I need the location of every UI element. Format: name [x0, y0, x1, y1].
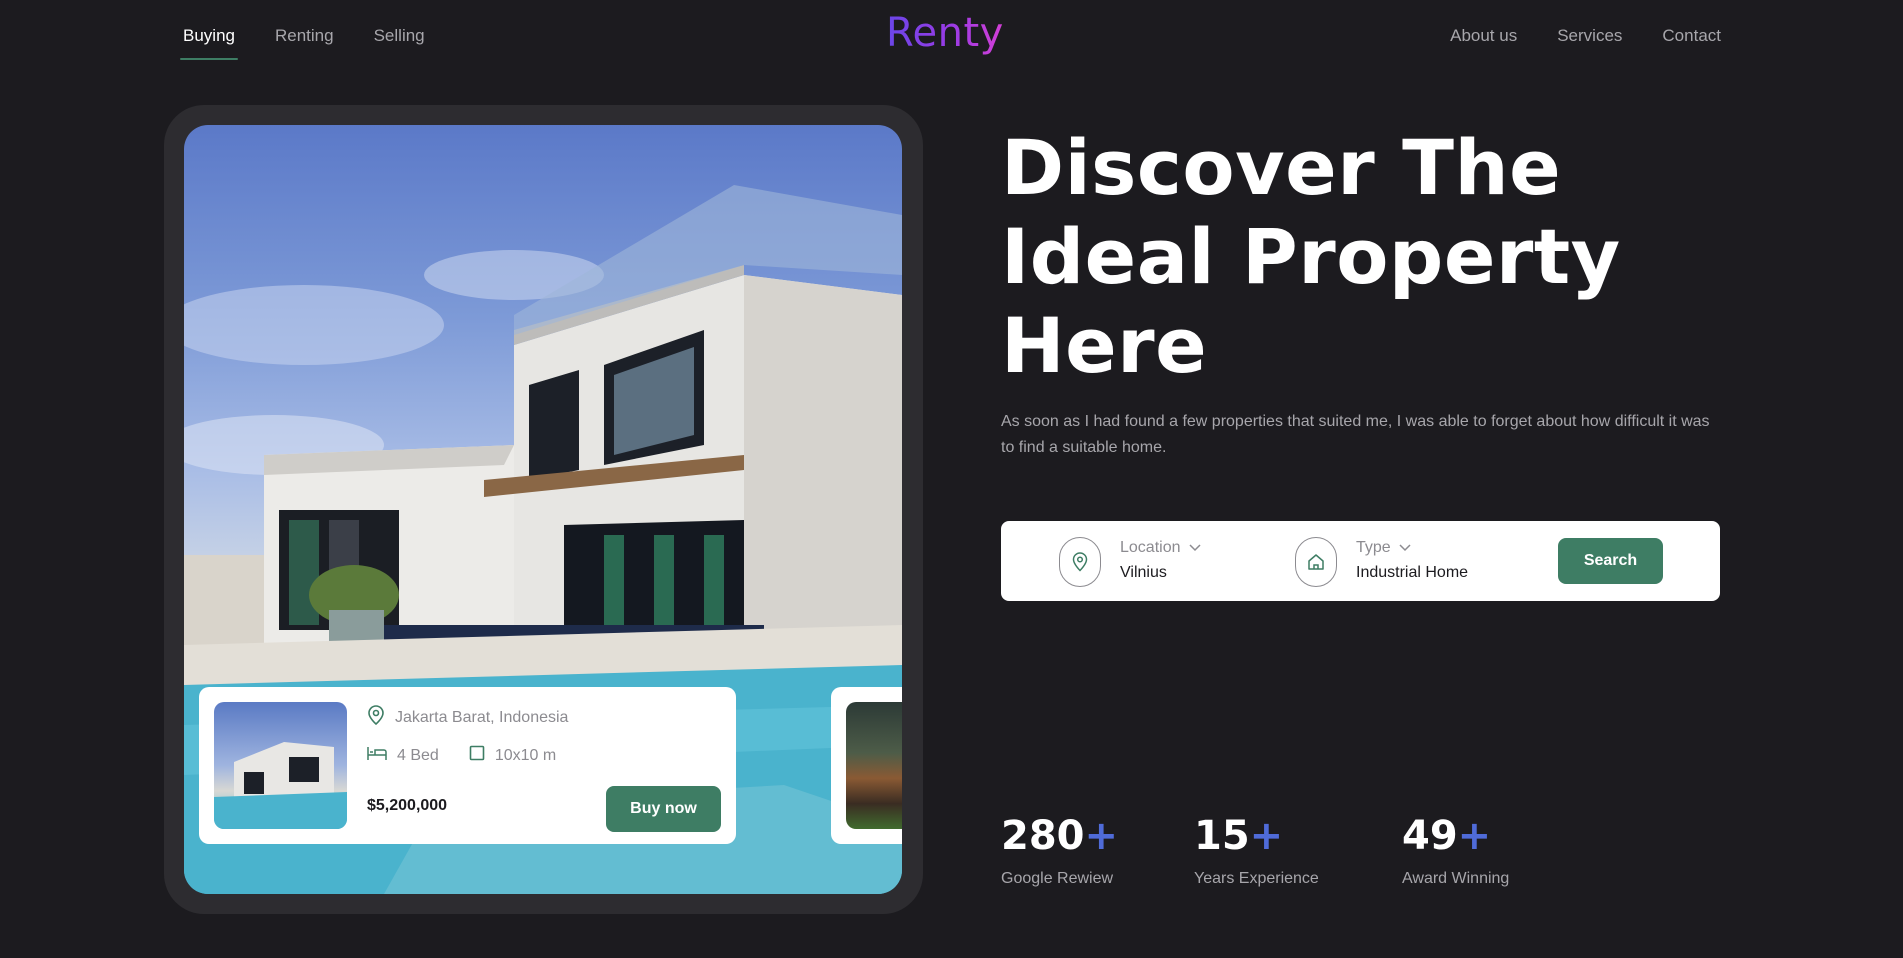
type-dropdown[interactable]: Type	[1356, 539, 1411, 557]
type-label: Type	[1356, 539, 1391, 556]
stat-years-experience: 15+ Years Experience	[1194, 812, 1319, 888]
hero-title: Discover The Ideal Property Here	[1001, 123, 1721, 390]
area-size: 10x10 m	[494, 746, 557, 764]
property-thumbnail[interactable]	[214, 702, 347, 829]
thumbnail-house-illustration	[214, 742, 347, 829]
property-thumbnail-next[interactable]	[846, 702, 902, 829]
stat-label: Award Winning	[1402, 870, 1510, 887]
stat-number: 49	[1402, 813, 1458, 859]
stat-number-row: 280+	[1001, 812, 1118, 860]
stat-google-review: 280+ Google Rewiew	[1001, 812, 1118, 888]
hero-subtitle: As soon as I had found a few properties …	[1001, 413, 1710, 456]
nav-selling-link[interactable]: Selling	[374, 26, 425, 60]
location-label: Location	[1120, 539, 1181, 556]
bed-count: 4 Bed	[397, 746, 439, 764]
stat-plus: +	[1249, 813, 1284, 859]
nav-about-link[interactable]: About us	[1450, 26, 1517, 60]
buy-now-button[interactable]: Buy now	[606, 786, 721, 832]
location-value[interactable]: Vilnius	[1120, 564, 1167, 582]
hero-title-line: Ideal Property	[1001, 212, 1621, 301]
bed-icon	[367, 745, 387, 766]
nav-right: About us Services Contact	[1450, 26, 1721, 60]
property-location: Jakarta Barat, Indonesia	[395, 708, 569, 726]
property-specs-row: 4 Bed 10x10 m	[367, 745, 576, 766]
nav-renting-link[interactable]: Renting	[275, 26, 334, 60]
search-button[interactable]: Search	[1558, 538, 1663, 584]
stat-label: Google Rewiew	[1001, 870, 1114, 887]
property-price: $5,200,000	[367, 797, 448, 814]
logo[interactable]: Renty	[886, 10, 1004, 56]
property-location-row: Jakarta Barat, Indonesia	[367, 705, 568, 730]
stat-number: 280	[1001, 813, 1085, 859]
location-pin-icon	[367, 705, 385, 730]
nav-contact-link[interactable]: Contact	[1662, 26, 1721, 60]
hero-title-line: Discover The	[1001, 123, 1562, 212]
chevron-down-icon	[1399, 539, 1411, 557]
stat-label: Years Experience	[1194, 870, 1319, 887]
location-pin-icon	[1059, 537, 1101, 587]
hero-title-line: Here	[1001, 301, 1208, 390]
property-search-bar: Location Vilnius Type Industrial Home Se…	[1001, 521, 1720, 601]
area-spec: 10x10 m	[469, 745, 556, 766]
stat-number-row: 15+	[1194, 812, 1319, 860]
stat-plus: +	[1457, 813, 1492, 859]
chevron-down-icon	[1188, 539, 1201, 557]
type-value[interactable]: Industrial Home	[1356, 564, 1468, 582]
stat-number-row: 49+	[1402, 812, 1509, 860]
home-icon	[1295, 537, 1337, 587]
bed-spec: 4 Bed	[367, 745, 439, 766]
nav-left: Buying Renting Selling	[180, 26, 425, 60]
stat-award-winning: 49+ Award Winning	[1402, 812, 1509, 888]
nav-buying-link[interactable]: Buying	[180, 26, 238, 60]
stat-plus: +	[1084, 813, 1119, 859]
location-dropdown[interactable]: Location	[1120, 539, 1201, 557]
property-card[interactable]: Jakarta Barat, Indonesia 4 Bed 10x10 m $…	[199, 687, 736, 844]
stat-number: 15	[1194, 813, 1250, 859]
property-card-next[interactable]	[831, 687, 902, 844]
nav-services-link[interactable]: Services	[1557, 26, 1622, 60]
area-square-icon	[469, 745, 485, 766]
